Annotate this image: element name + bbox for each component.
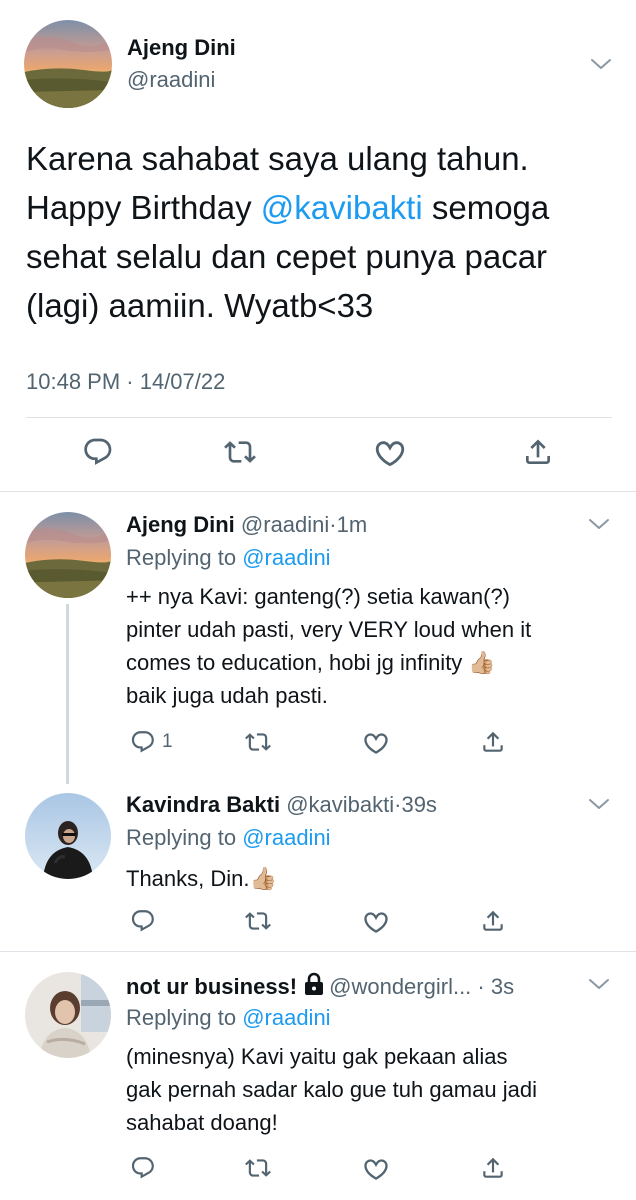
replying-to-link[interactable]: @raadini [242, 1005, 330, 1030]
reply-header: Kavindra Bakti @kavibakti·39s [126, 792, 437, 818]
like-icon [362, 908, 390, 936]
replying-to-link[interactable]: @raadini [242, 545, 330, 570]
author-handle[interactable]: @raadini [127, 67, 215, 93]
retweet-icon [245, 1155, 271, 1181]
reply-header: Ajeng Dini @raadini·1m [126, 512, 367, 538]
chevron-down-icon[interactable] [588, 797, 610, 811]
reply-author-handle[interactable]: @wondergirl... [329, 974, 471, 999]
reply-author-name[interactable]: Ajeng Dini [126, 512, 235, 537]
like-icon [373, 436, 407, 470]
reply-button[interactable] [130, 908, 156, 934]
chevron-down-icon[interactable] [590, 57, 612, 71]
retweet-button[interactable] [245, 908, 271, 934]
share-button[interactable] [480, 1155, 506, 1181]
reply-icon [130, 1155, 156, 1181]
reply-text-line: Thanks, Din.👍🏼 [126, 866, 277, 891]
reply-text-line: (minesnya) Kavi yaitu gak pekaan alias [126, 1044, 508, 1069]
replying-to-link[interactable]: @raadini [242, 825, 330, 850]
tweet-text-line: semoga [422, 189, 550, 226]
thread-connector [66, 604, 69, 784]
reply-tweet[interactable]: not ur business! @wondergirl... · 3s Repl… [0, 952, 636, 1200]
share-icon [480, 1155, 506, 1181]
replying-label: Replying to [126, 825, 243, 850]
tweet-text-line: Karena sahabat saya ulang tahun. [26, 140, 529, 177]
chevron-down-icon[interactable] [588, 517, 610, 531]
share-icon [480, 729, 506, 755]
author-name[interactable]: Ajeng Dini [127, 35, 236, 61]
tweet-text: Karena sahabat saya ulang tahun. Happy B… [26, 134, 616, 330]
reply-text: ++ nya Kavi: ganteng(?) setia kawan(?) p… [126, 580, 616, 712]
retweet-button[interactable] [245, 729, 271, 755]
tweet-timestamp[interactable]: 10:48 PM · 14/07/22 [26, 369, 225, 395]
replying-to: Replying to @raadini [126, 825, 331, 851]
retweet-button[interactable] [224, 436, 256, 468]
lock-icon [303, 972, 325, 996]
reply-text-line: comes to education, hobi jg infinity 👍🏼 [126, 650, 496, 675]
author-avatar[interactable] [24, 20, 112, 108]
retweet-icon [224, 436, 256, 468]
reply-icon [82, 436, 114, 468]
reply-avatar[interactable] [25, 972, 111, 1058]
replying-label: Replying to [126, 545, 243, 570]
reply-count: 1 [162, 731, 173, 752]
replying-label: Replying to [126, 1005, 243, 1030]
reply-button[interactable]: 1 [130, 729, 173, 755]
reply-icon [130, 908, 156, 934]
share-button[interactable] [522, 436, 554, 468]
reply-text-line: ++ nya Kavi: ganteng(?) setia kawan(?) [126, 584, 511, 609]
reply-text-line: pinter udah pasti, very VERY loud when i… [126, 617, 532, 642]
retweet-icon [245, 908, 271, 934]
main-tweet: Ajeng Dini @raadini Karena sahabat saya … [0, 0, 636, 492]
reply-tweet[interactable]: Kavindra Bakti @kavibakti·39s Replying t… [0, 772, 636, 952]
reply-icon [130, 729, 156, 755]
reply-tweet[interactable]: Ajeng Dini @raadini·1m Replying to @raad… [0, 492, 636, 784]
separator-dot: · [329, 512, 337, 537]
like-icon [362, 1155, 390, 1183]
reply-time[interactable]: 39s [401, 792, 436, 817]
reply-time[interactable]: 1m [337, 512, 368, 537]
share-icon [522, 436, 554, 468]
tweet-text-line: sehat selalu dan cepet punya pacar [26, 238, 548, 275]
reply-text-line: gak pernah sadar kalo gue tuh gamau jadi [126, 1077, 537, 1102]
reply-author-name[interactable]: not ur business! [126, 974, 297, 999]
mention-link[interactable]: @kavibakti [261, 189, 423, 226]
reply-time[interactable]: 3s [491, 974, 514, 999]
divider [26, 417, 612, 418]
reply-avatar[interactable] [25, 512, 111, 598]
sunset-landscape-image [25, 512, 111, 598]
reply-author-name[interactable]: Kavindra Bakti [126, 792, 280, 817]
reply-author-handle[interactable]: @kavibakti [286, 792, 394, 817]
share-button[interactable] [480, 908, 506, 934]
share-button[interactable] [480, 729, 506, 755]
separator-dot: · [471, 974, 491, 999]
replying-to: Replying to @raadini [126, 1005, 331, 1031]
replying-to: Replying to @raadini [126, 545, 331, 571]
reply-text: (minesnya) Kavi yaitu gak pekaan alias g… [126, 1040, 616, 1139]
sunset-landscape-image [24, 20, 112, 108]
person-photo-image [25, 793, 111, 879]
tweet-text-line: (lagi) aamiin. Wyatb<33 [26, 287, 374, 324]
reply-text-line: sahabat doang! [126, 1110, 278, 1135]
reply-text: Thanks, Din.👍🏼 [126, 862, 616, 895]
retweet-button[interactable] [245, 1155, 271, 1181]
reply-author-handle[interactable]: @raadini [241, 512, 329, 537]
chevron-down-icon[interactable] [588, 977, 610, 991]
share-icon [480, 908, 506, 934]
reply-header: not ur business! @wondergirl... · 3s [126, 972, 514, 1000]
like-button[interactable] [373, 436, 407, 470]
reply-text-line: baik juga udah pasti. [126, 683, 328, 708]
like-icon [362, 729, 390, 757]
like-button[interactable] [362, 729, 390, 757]
reply-button[interactable] [82, 436, 114, 468]
like-button[interactable] [362, 1155, 390, 1183]
reply-avatar[interactable] [25, 793, 111, 879]
reply-button[interactable] [130, 1155, 156, 1181]
tweet-text-line: Happy Birthday [26, 189, 261, 226]
like-button[interactable] [362, 908, 390, 936]
retweet-icon [245, 729, 271, 755]
person-photo-image [25, 972, 111, 1058]
